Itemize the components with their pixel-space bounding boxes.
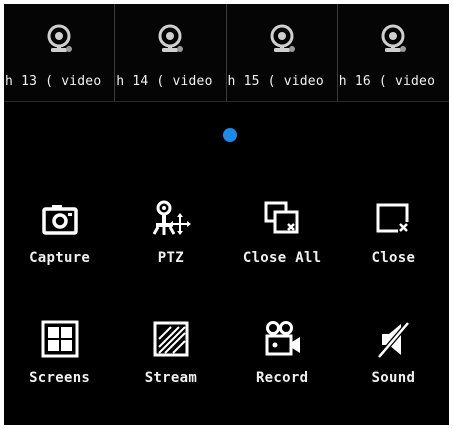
action-grid: Capture PTZ Close All Close Screens Stre… — [4, 190, 449, 412]
close-button[interactable]: Close — [338, 190, 449, 310]
channel-tile-16[interactable]: Ch 16 ( video — [337, 4, 449, 101]
sound-button[interactable]: Sound — [338, 310, 449, 412]
sound-label: Sound — [371, 370, 416, 386]
ptz-label: PTZ — [157, 250, 184, 266]
capture-icon — [41, 205, 78, 235]
screens-label: Screens — [29, 370, 91, 386]
camera-icon — [158, 24, 184, 52]
sound-muted-icon — [377, 321, 411, 359]
close-label: Close — [371, 250, 416, 266]
screens-grid-icon — [41, 320, 79, 358]
channel-label: Ch 14 ( video — [115, 74, 213, 89]
close-all-button[interactable]: Close All — [227, 190, 338, 310]
close-all-label: Close All — [242, 250, 322, 266]
camera-icon — [270, 24, 295, 52]
record-icon — [265, 321, 301, 356]
ptz-icon — [152, 200, 191, 235]
page-indicator-dot[interactable] — [223, 128, 237, 142]
camera-icon — [47, 24, 73, 52]
close-all-icon — [264, 201, 299, 234]
capture-label: Capture — [29, 250, 91, 266]
record-label: Record — [255, 370, 309, 386]
channel-tile-13[interactable]: Ch 13 ( video — [4, 4, 116, 101]
channel-label: Ch 13 ( video — [4, 74, 102, 89]
stream-label: Stream — [144, 370, 198, 386]
app-frame: Ch 13 ( video Ch 14 ( video Ch 15 ( vide… — [4, 4, 449, 425]
record-button[interactable]: Record — [227, 310, 338, 412]
channel-tile-15[interactable]: Ch 15 ( video — [226, 4, 338, 101]
channel-strip: Ch 13 ( video Ch 14 ( video Ch 15 ( vide… — [4, 4, 449, 102]
stream-icon — [153, 321, 189, 357]
channel-label: Ch 15 ( video — [226, 74, 324, 89]
camera-icon — [381, 24, 407, 52]
capture-button[interactable]: Capture — [4, 190, 115, 310]
channel-label: Ch 16 ( video — [337, 74, 436, 89]
close-window-icon — [376, 203, 411, 234]
channel-tile-14[interactable]: Ch 14 ( video — [115, 4, 227, 101]
screens-button[interactable]: Screens — [4, 310, 115, 412]
stream-button[interactable]: Stream — [115, 310, 226, 412]
ptz-button[interactable]: PTZ — [115, 190, 226, 310]
